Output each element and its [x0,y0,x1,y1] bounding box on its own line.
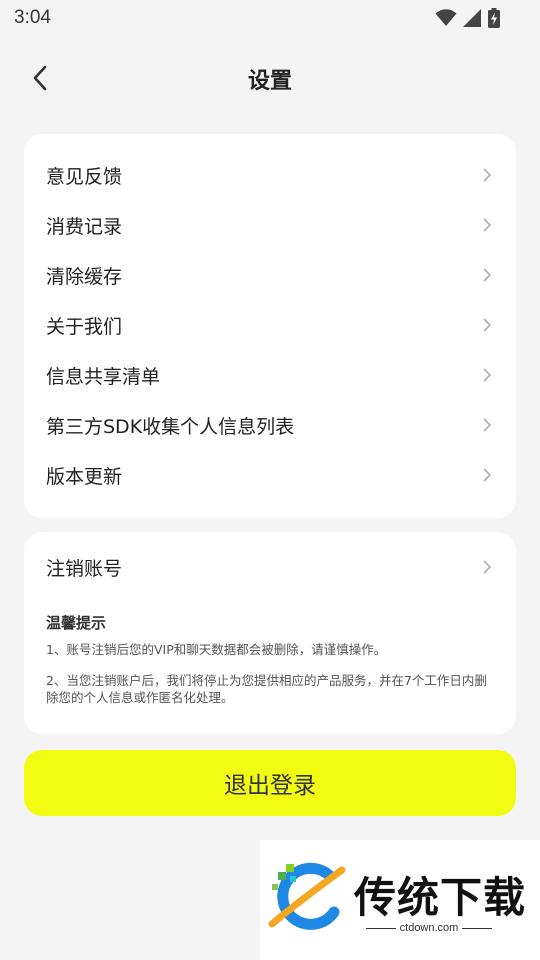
watermark: 传统下载 ctdown.com [260,840,540,960]
tip-title: 温馨提示 [46,614,107,632]
settings-item-info-sharing-list[interactable]: 信息共享清单 [24,350,516,400]
settings-item-third-party-sdk-list[interactable]: 第三方SDK收集个人信息列表 [24,400,516,450]
cancel-account-label: 注销账号 [46,557,123,580]
settings-item-label: 版本更新 [46,465,123,488]
tip-text: 1、账号注销后您的VIP和聊天数据都会被删除，请谨慎操作。 [46,642,387,657]
tip-text: 2、当您注销账户后，我们将停止为您提供相应的产品服务，并在7个工作日内删除您的个… [46,673,487,705]
settings-item-label: 关于我们 [46,315,123,338]
account-card: 注销账号 温馨提示 1、账号注销后您的VIP和聊天数据都会被删除，请谨慎操作。 … [24,532,516,734]
battery-charging-icon [488,8,500,28]
cancel-account-item[interactable]: 注销账号 [24,532,516,602]
settings-item-label: 信息共享清单 [46,365,161,388]
settings-item-feedback[interactable]: 意见反馈 [24,150,516,200]
settings-item-label: 第三方SDK收集个人信息列表 [46,415,295,438]
chevron-right-icon [480,468,494,482]
chevron-right-icon [480,318,494,332]
status-bar: 3:04 [0,0,540,36]
settings-item-label: 意见反馈 [46,165,123,188]
settings-item-purchase-history[interactable]: 消费记录 [24,200,516,250]
status-icons [435,8,500,28]
settings-item-label: 消费记录 [46,215,123,238]
cellular-signal-icon [463,9,481,27]
chevron-right-icon [480,218,494,232]
nav-bar: 设置 [0,50,540,106]
chevron-right-icon [480,418,494,432]
settings-menu-card: 意见反馈 消费记录 清除缓存 关于我们 信息共享清单 第三方SDK收集个人信息列… [24,134,516,518]
watermark-name: 传统下载 [354,873,527,922]
logout-button[interactable]: 退出登录 [24,750,516,816]
page-title: 设置 [247,69,292,94]
status-time: 3:04 [14,7,51,28]
settings-item-about-us[interactable]: 关于我们 [24,300,516,350]
ctdown-logo-icon [268,862,346,930]
settings-item-label: 清除缓存 [46,265,123,288]
watermark-url: ctdown.com [354,922,504,934]
chevron-right-icon [480,368,494,382]
settings-item-clear-cache[interactable]: 清除缓存 [24,250,516,300]
wifi-icon [435,9,457,26]
chevron-right-icon [480,168,494,182]
chevron-right-icon [480,560,494,574]
chevron-right-icon [480,268,494,282]
settings-item-version-update[interactable]: 版本更新 [24,450,516,500]
